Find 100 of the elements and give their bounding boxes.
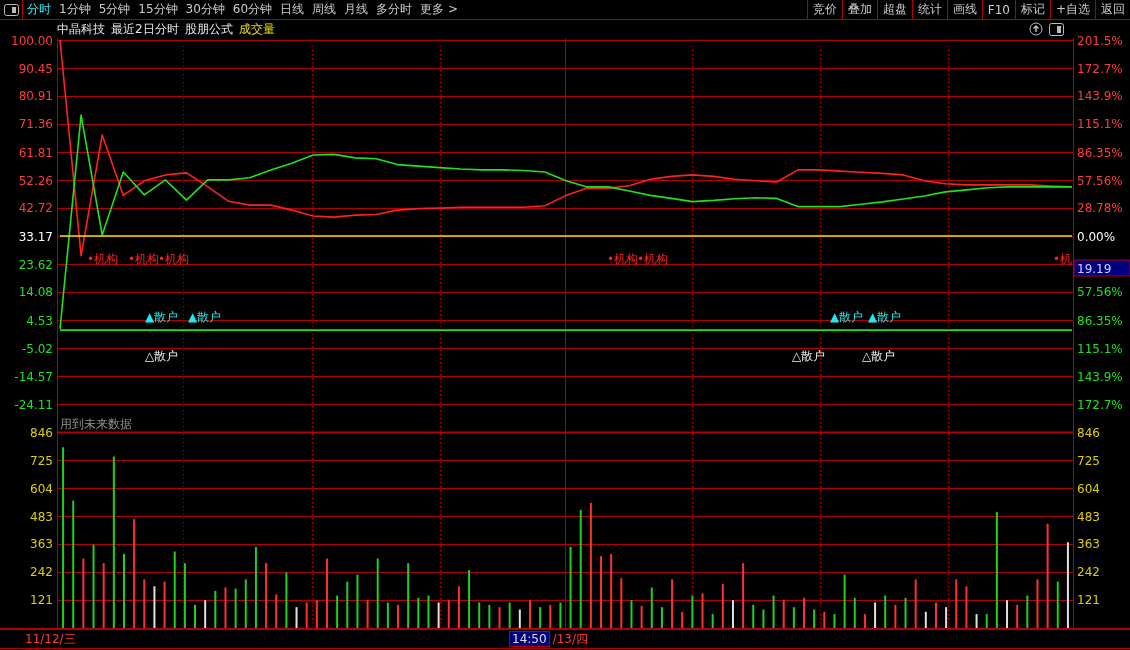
panel-icon[interactable] <box>1049 22 1064 36</box>
volume-bar <box>244 579 247 628</box>
volume-bar <box>194 604 197 628</box>
period-tab[interactable]: 多分时 <box>372 0 417 19</box>
axis-label: 52.26 <box>18 173 53 188</box>
volume-bar <box>671 579 674 628</box>
volume-bar <box>985 614 988 628</box>
axis-label: 57.56% <box>1077 173 1123 188</box>
period-tab[interactable]: 30分钟 <box>181 0 229 19</box>
toolbar-button[interactable]: 返回 <box>1095 0 1130 19</box>
period-tab[interactable]: 15分钟 <box>134 0 182 19</box>
axis-label: 846 <box>30 425 53 440</box>
signal-label: •机构 <box>607 252 639 266</box>
axis-label: 725 <box>30 453 53 468</box>
volume-bar <box>315 600 318 628</box>
volume-bar <box>549 604 552 628</box>
volume-bar <box>224 587 227 628</box>
volume-bar <box>417 597 420 628</box>
toolbar-button[interactable]: 超盘 <box>876 0 912 19</box>
volume-bar <box>488 604 491 628</box>
signal-label: •机 <box>1053 252 1073 266</box>
volume-bar <box>204 600 207 628</box>
toolbar-button[interactable]: F10 <box>981 0 1015 19</box>
axis-label: 57.56% <box>1077 285 1123 300</box>
signal-label: △散户 <box>862 349 896 363</box>
axis-label: 172.7% <box>1077 61 1123 76</box>
volume-bar <box>884 595 887 628</box>
volume-bar <box>1016 604 1019 628</box>
axis-label: -5.02 <box>21 341 53 356</box>
volume-bar <box>437 602 440 628</box>
volume-bar <box>803 597 806 628</box>
volume-bar <box>153 586 156 628</box>
chart-title: 最近2日分时 <box>111 20 179 38</box>
axis-label: 143.9% <box>1077 369 1123 384</box>
axis-label: 23.62 <box>18 257 53 272</box>
period-tab[interactable]: 更多 > <box>416 0 462 19</box>
axis-label: 33.17 <box>18 229 53 244</box>
volume-bar <box>1056 581 1059 628</box>
volume-bar <box>336 595 339 628</box>
volume-bar <box>376 558 379 628</box>
axis-label: 604 <box>30 481 53 496</box>
upload-icon[interactable] <box>1029 22 1043 36</box>
axis-label: 71.36 <box>18 117 53 132</box>
axis-label: 61.81 <box>18 145 53 160</box>
toolbar-button[interactable]: +自选 <box>1049 0 1095 19</box>
toolbar-button[interactable]: 统计 <box>911 0 947 19</box>
period-tab[interactable]: 1分钟 <box>55 0 95 19</box>
axis-label: 604 <box>1077 481 1100 496</box>
panel-icon[interactable] <box>3 3 19 16</box>
volume-bar <box>366 600 369 628</box>
volume-bar <box>742 563 745 628</box>
volume-bar <box>965 586 968 628</box>
volume-bar <box>183 563 186 628</box>
volume-bar <box>427 595 430 628</box>
volume-bar <box>1006 600 1009 628</box>
volume-bar <box>498 607 501 628</box>
period-tab[interactable]: 周线 <box>308 0 341 19</box>
period-tab[interactable]: 60分钟 <box>228 0 277 19</box>
period-tab[interactable]: 5分钟 <box>94 0 135 19</box>
volume-bar <box>772 595 775 628</box>
axis-label: 115.1% <box>1077 117 1123 132</box>
volume-bar <box>102 563 105 628</box>
volume-bar <box>386 602 389 628</box>
axis-label: 0.00% <box>1077 229 1116 244</box>
volume-bar <box>143 579 146 628</box>
volume-bar <box>711 614 714 628</box>
cursor-time: 14:50 <box>509 631 550 647</box>
volume-bar <box>833 614 836 628</box>
chart-title: 中晶科技 <box>57 20 105 38</box>
toolbar-button[interactable]: 标记 <box>1014 0 1050 19</box>
volume-bar <box>346 581 349 628</box>
volume-bar <box>468 570 471 628</box>
axis-label: 121 <box>1077 593 1100 608</box>
period-tab[interactable]: 月线 <box>340 0 373 19</box>
volume-bar <box>265 563 268 628</box>
volume-bar <box>792 607 795 628</box>
volume-bar <box>843 574 846 628</box>
axis-label: 121 <box>30 593 53 608</box>
volume-bar <box>874 602 877 628</box>
period-tab[interactable]: 分时 <box>23 0 55 19</box>
signal-label: •机构 <box>87 252 119 266</box>
volume-bar <box>630 600 633 628</box>
volume-bar <box>559 602 562 628</box>
toolbar-button[interactable]: 竞价 <box>806 0 842 19</box>
volume-bar <box>813 609 816 628</box>
volume-bar <box>904 597 907 628</box>
axis-label: 725 <box>1077 453 1100 468</box>
cursor-readout: 19.19 <box>1073 259 1130 277</box>
period-tab[interactable]: 日线 <box>276 0 309 19</box>
volume-bar <box>681 611 684 628</box>
volume-bar <box>975 614 978 628</box>
axis-label: 4.53 <box>26 313 53 328</box>
volume-bar <box>478 602 481 628</box>
volume-bar <box>752 604 755 628</box>
toolbar-button[interactable]: 叠加 <box>841 0 877 19</box>
axis-label: 86.35% <box>1077 313 1123 328</box>
toolbar-button[interactable]: 画线 <box>946 0 982 19</box>
signal-label: •机构 <box>158 252 190 266</box>
date-label: /13/四 <box>551 630 588 648</box>
volume-bar <box>894 604 897 628</box>
